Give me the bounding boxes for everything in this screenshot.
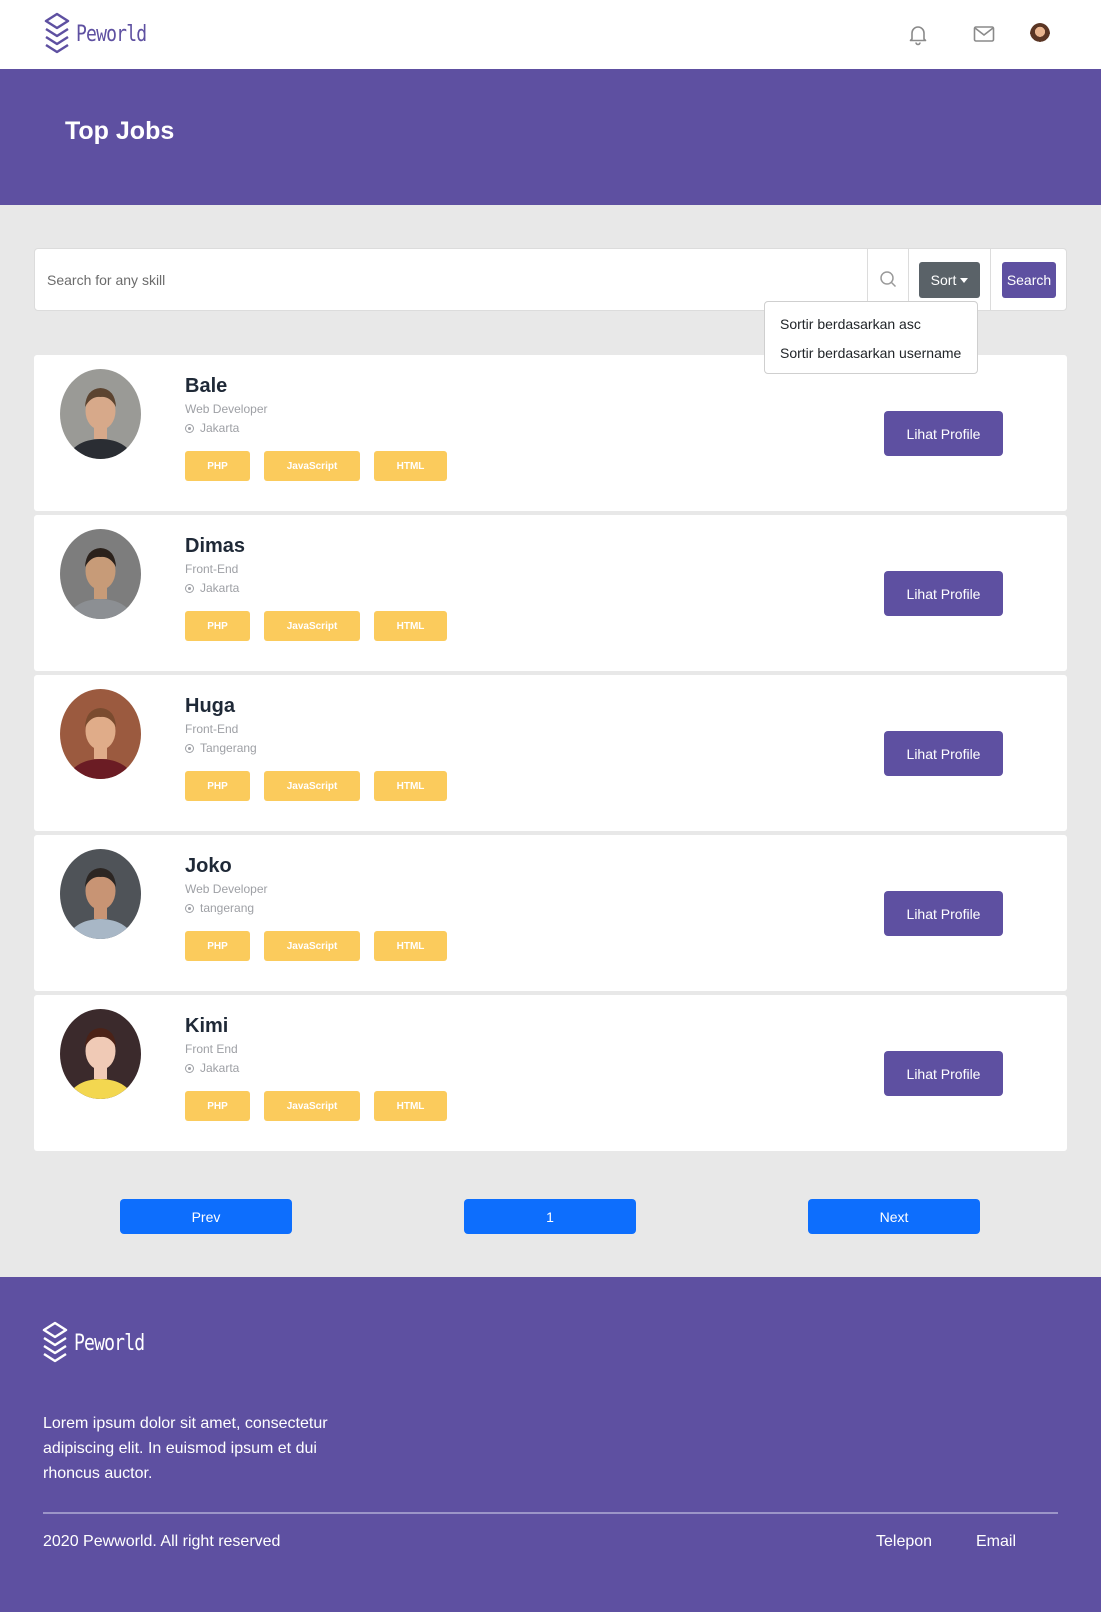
footer-link-telepon[interactable]: Telepon: [876, 1533, 932, 1551]
candidate-card: Huga Front-End Tangerang PHP JavaScript HTML L…: [34, 675, 1067, 831]
navbar: Peworld: [0, 0, 1101, 69]
location-pin-icon: [185, 743, 194, 753]
candidate-location: Jakarta: [185, 421, 239, 435]
skill-badge: JavaScript: [264, 451, 360, 481]
candidate-card: Kimi Front End Jakarta PHP JavaScript HTML Lih…: [34, 995, 1067, 1151]
skill-badge: PHP: [185, 611, 250, 641]
footer-logo[interactable]: Peworld: [42, 1321, 160, 1365]
bell-icon[interactable]: [906, 22, 930, 46]
candidate-location-text: Jakarta: [200, 1061, 240, 1075]
candidate-name: Kimi: [185, 1015, 229, 1037]
location-pin-icon: [185, 583, 194, 593]
user-avatar[interactable]: [1030, 23, 1050, 45]
skill-badge: HTML: [374, 1091, 447, 1121]
sort-button[interactable]: Sort: [919, 262, 980, 298]
brand-logo[interactable]: Peworld: [44, 12, 162, 56]
hero-banner: Top Jobs: [0, 69, 1101, 205]
footer-copyright: 2020 Pewworld. All right reserved: [43, 1533, 281, 1550]
candidate-name: Dimas: [185, 535, 246, 557]
search-divider: [990, 249, 991, 310]
sort-button-label: Sort: [930, 272, 957, 288]
search-input[interactable]: [35, 249, 867, 310]
candidate-role: Web Developer: [185, 882, 268, 896]
candidate-location: Tangerang: [185, 741, 257, 755]
location-pin-icon: [185, 423, 194, 433]
candidate-location: Jakarta: [185, 581, 239, 595]
skill-badge: PHP: [185, 771, 250, 801]
skill-badge: HTML: [374, 771, 447, 801]
caret-down-icon: [960, 277, 969, 283]
prev-button[interactable]: Prev: [120, 1199, 292, 1234]
candidate-card: Bale Web Developer Jakarta PHP JavaScript HTM…: [34, 355, 1067, 511]
skill-badge: JavaScript: [264, 931, 360, 961]
candidate-photo: [60, 849, 141, 939]
candidate-location-text: Jakarta: [200, 421, 240, 435]
candidate-photo: [60, 689, 141, 779]
candidate-name: Joko: [185, 855, 232, 877]
skill-list: PHP JavaScript HTML: [185, 451, 447, 481]
view-profile-button[interactable]: Lihat Profile: [884, 571, 1003, 616]
skill-list: PHP JavaScript HTML: [185, 611, 447, 641]
view-profile-button[interactable]: Lihat Profile: [884, 411, 1003, 456]
brand-name: Peworld: [74, 1330, 145, 1356]
candidate-card: Joko Web Developer tangerang PHP JavaScript H…: [34, 835, 1067, 991]
next-button[interactable]: Next: [808, 1199, 980, 1234]
sort-option-asc[interactable]: Sortir berdasarkan asc: [765, 311, 977, 340]
candidate-role: Front End: [185, 1042, 238, 1056]
mail-icon[interactable]: [972, 22, 996, 46]
skill-list: PHP JavaScript HTML: [185, 1091, 447, 1121]
candidate-photo: [60, 1009, 141, 1099]
candidate-photo: [60, 529, 141, 619]
view-profile-button[interactable]: Lihat Profile: [884, 731, 1003, 776]
skill-badge: PHP: [185, 451, 250, 481]
candidate-location: tangerang: [185, 901, 254, 915]
brand-name: Peworld: [76, 21, 147, 47]
skill-badge: PHP: [185, 931, 250, 961]
view-profile-button[interactable]: Lihat Profile: [884, 891, 1003, 936]
footer-link-email[interactable]: Email: [976, 1533, 1016, 1551]
skill-badge: HTML: [374, 611, 447, 641]
footer-divider: [43, 1512, 1058, 1514]
location-pin-icon: [185, 903, 194, 913]
skill-badge: PHP: [185, 1091, 250, 1121]
logo-icon: [42, 1321, 68, 1363]
skill-badge: JavaScript: [264, 1091, 360, 1121]
skill-badge: HTML: [374, 931, 447, 961]
search-icon[interactable]: [878, 269, 898, 289]
sort-option-username[interactable]: Sortir berdasarkan username: [765, 340, 977, 369]
candidate-location-text: Jakarta: [200, 581, 240, 595]
candidate-location: Jakarta: [185, 1061, 239, 1075]
footer-description: Lorem ipsum dolor sit amet, consectetur …: [43, 1415, 328, 1482]
skill-list: PHP JavaScript HTML: [185, 931, 447, 961]
candidate-name: Huga: [185, 695, 235, 717]
candidate-name: Bale: [185, 375, 228, 397]
page-number-button[interactable]: 1: [464, 1199, 636, 1234]
candidate-role: Web Developer: [185, 402, 268, 416]
candidate-location-text: Tangerang: [200, 741, 257, 755]
candidate-location-text: tangerang: [200, 901, 255, 915]
logo-icon: [44, 12, 70, 54]
sort-dropdown-menu: Sortir berdasarkan asc Sortir berdasarka…: [764, 301, 978, 374]
footer: Peworld Lorem ipsum dolor sit amet, cons…: [0, 1277, 1101, 1612]
skill-badge: JavaScript: [264, 611, 360, 641]
location-pin-icon: [185, 1063, 194, 1073]
skill-badge: HTML: [374, 451, 447, 481]
search-button[interactable]: Search: [1002, 262, 1056, 298]
skill-badge: JavaScript: [264, 771, 360, 801]
candidate-role: Front-End: [185, 722, 239, 736]
view-profile-button[interactable]: Lihat Profile: [884, 1051, 1003, 1096]
candidate-photo: [60, 369, 141, 459]
candidate-card: Dimas Front-End Jakarta PHP JavaScript HTML Li…: [34, 515, 1067, 671]
page-title: Top Jobs: [65, 117, 175, 145]
candidate-role: Front-End: [185, 562, 239, 576]
skill-list: PHP JavaScript HTML: [185, 771, 447, 801]
